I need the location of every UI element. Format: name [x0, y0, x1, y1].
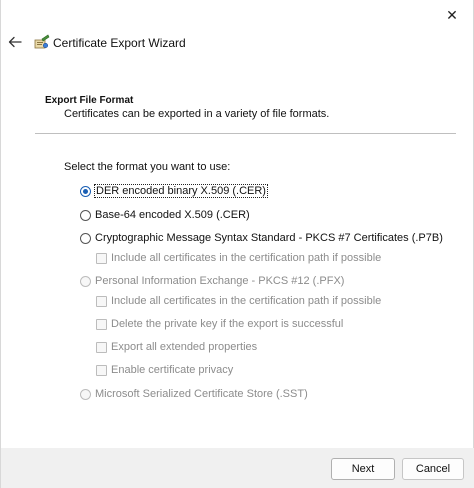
- checkbox[interactable]: [96, 252, 107, 264]
- checkbox[interactable]: [96, 364, 107, 376]
- checkbox[interactable]: [96, 318, 107, 330]
- option-label: Cryptographic Message Syntax Standard - …: [95, 232, 443, 244]
- next-button[interactable]: Next: [331, 458, 395, 480]
- close-button[interactable]: ✕: [429, 0, 474, 30]
- wizard-title: Certificate Export Wizard: [53, 36, 186, 50]
- radio-base64-cer[interactable]: Base-64 encoded X.509 (.CER): [80, 207, 250, 223]
- checkbox-enable-certificate-privacy[interactable]: Enable certificate privacy: [96, 362, 233, 378]
- checkbox-pfx-include-path[interactable]: Include all certificates in the certific…: [96, 293, 381, 309]
- certificate-icon: [34, 34, 50, 49]
- option-label: Delete the private key if the export is …: [111, 318, 344, 330]
- close-icon: ✕: [446, 6, 458, 23]
- option-label: Enable certificate privacy: [111, 364, 234, 376]
- radio-button-checked[interactable]: [80, 185, 91, 197]
- format-prompt: Select the format you want to use:: [64, 161, 231, 173]
- checkbox[interactable]: [96, 295, 107, 307]
- radio-pkcs7-p7b[interactable]: Cryptographic Message Syntax Standard - …: [80, 230, 443, 246]
- option-label: DER encoded binary X.509 (.CER): [94, 184, 268, 198]
- checkbox-export-extended-properties[interactable]: Export all extended properties: [96, 339, 257, 355]
- option-label: Personal Information Exchange - PKCS #12…: [95, 275, 345, 287]
- certificate-export-wizard-window: ✕ Certificate Export Wizard Export File …: [0, 0, 474, 488]
- radio-pkcs12-pfx[interactable]: Personal Information Exchange - PKCS #12…: [80, 273, 344, 289]
- title-bar: ✕: [1, 0, 474, 30]
- radio-button[interactable]: [80, 209, 91, 221]
- section-title: Export File Format: [45, 95, 134, 106]
- radio-button-disabled[interactable]: [80, 388, 91, 400]
- option-label: Include all certificates in the certific…: [111, 252, 382, 264]
- option-label: Include all certificates in the certific…: [111, 295, 382, 307]
- radio-der-cer[interactable]: DER encoded binary X.509 (.CER): [80, 183, 268, 199]
- back-button[interactable]: [5, 32, 25, 52]
- header-divider: [35, 133, 456, 134]
- cancel-button[interactable]: Cancel: [402, 458, 464, 480]
- option-label: Microsoft Serialized Certificate Store (…: [95, 388, 308, 400]
- option-label: Export all extended properties: [111, 341, 258, 353]
- checkbox[interactable]: [96, 341, 107, 353]
- section-description: Certificates can be exported in a variet…: [64, 108, 330, 120]
- back-arrow-icon: [8, 36, 22, 48]
- checkbox-delete-private-key[interactable]: Delete the private key if the export is …: [96, 316, 343, 332]
- wizard-header: Certificate Export Wizard: [1, 30, 474, 58]
- option-label: Base-64 encoded X.509 (.CER): [95, 209, 250, 221]
- checkbox-p7b-include-path[interactable]: Include all certificates in the certific…: [96, 250, 381, 266]
- radio-serialized-store-sst[interactable]: Microsoft Serialized Certificate Store (…: [80, 386, 308, 402]
- radio-button-disabled[interactable]: [80, 275, 91, 287]
- radio-button[interactable]: [80, 232, 91, 244]
